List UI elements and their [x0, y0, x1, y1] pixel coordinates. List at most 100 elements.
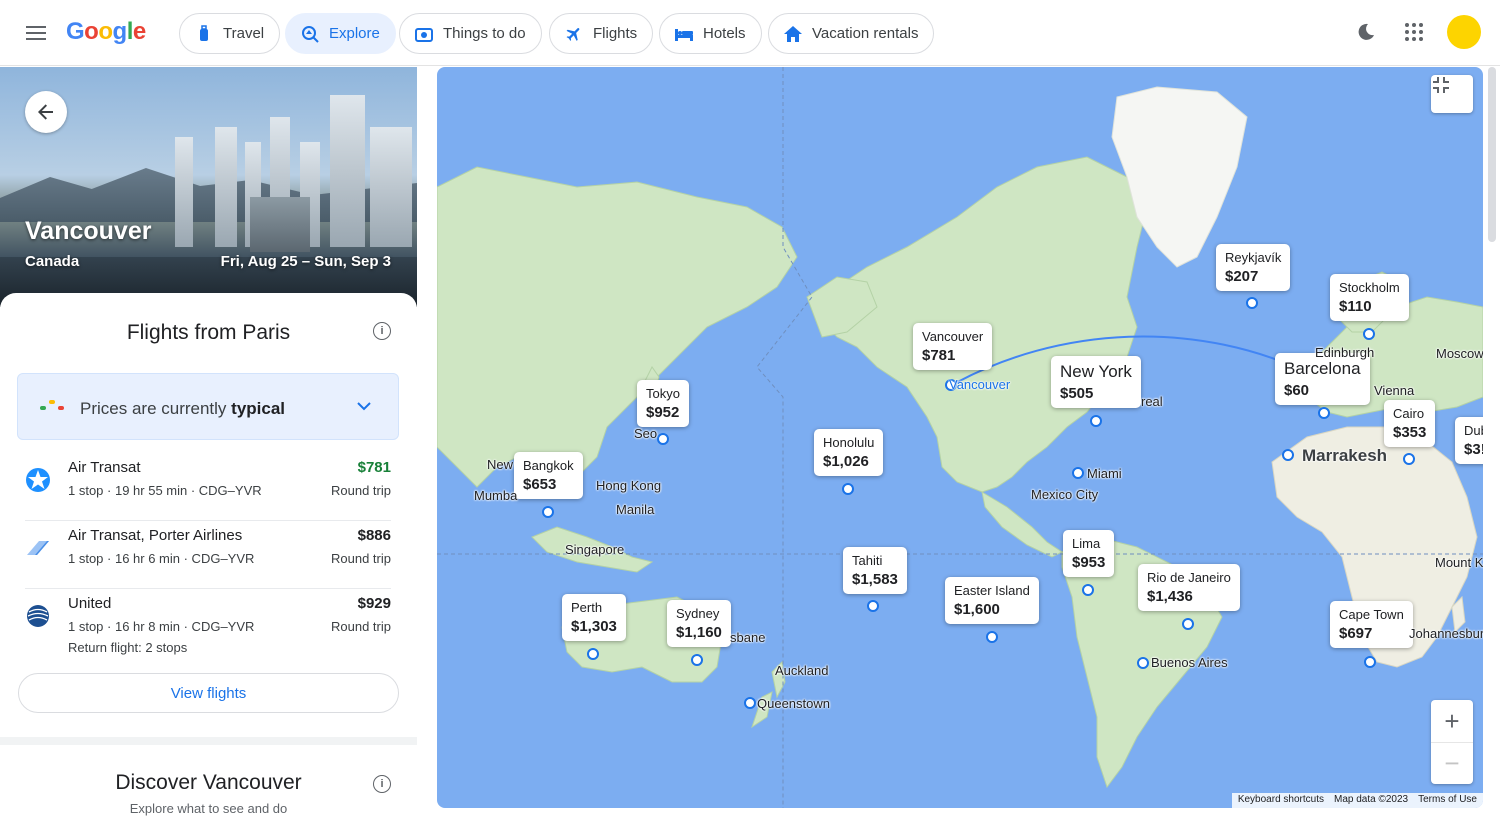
map-price-label[interactable]: Tahiti $1,583	[843, 547, 907, 594]
flight-option[interactable]: Air Transat 1 stop · 19 hr 55 min · CDG–…	[25, 453, 391, 521]
map-price-label[interactable]: Reykjavík $207	[1216, 244, 1291, 291]
map-place-johannesburg[interactable]: Johannesbur	[1409, 626, 1483, 641]
tab-travel-label: Travel	[223, 25, 265, 42]
map-place-miami[interactable]: Miami	[1087, 466, 1122, 481]
map-place-seoul[interactable]: Seo	[634, 426, 657, 441]
airline-name: United	[68, 595, 112, 612]
airport-pin-icon[interactable]	[867, 600, 879, 612]
map-price-label[interactable]: Stockholm $110	[1330, 274, 1409, 321]
map-place-hong-kong[interactable]: Hong Kong	[596, 478, 661, 493]
airport-pin-icon[interactable]	[842, 483, 854, 495]
fullscreen-exit-button[interactable]	[1431, 75, 1473, 113]
map-price-label[interactable]: Barcelona $60	[1275, 353, 1370, 405]
info-icon[interactable]: i	[373, 775, 391, 793]
map-place-marrakesh[interactable]: Marrakesh	[1302, 446, 1387, 466]
map-place-queenstown[interactable]: Queenstown	[757, 696, 830, 711]
airport-pin-icon[interactable]	[587, 648, 599, 660]
tab-things-to-do[interactable]: Things to do	[399, 13, 542, 54]
airport-pin-icon[interactable]	[1072, 467, 1084, 479]
map-place-mount-k[interactable]: Mount K	[1435, 555, 1483, 570]
airport-pin-icon[interactable]	[1363, 328, 1375, 340]
view-flights-button[interactable]: View flights	[18, 673, 399, 713]
map-price-label[interactable]: New York $505	[1051, 356, 1141, 408]
airport-pin-icon[interactable]	[657, 433, 669, 445]
menu-icon[interactable]	[22, 20, 52, 46]
airport-pin-icon[interactable]	[1182, 618, 1194, 630]
avatar[interactable]	[1447, 15, 1481, 49]
map-price-label[interactable]: Vancouver $781	[913, 323, 993, 370]
map-place-montreal[interactable]: real	[1141, 394, 1163, 409]
destination-country: Canada	[25, 253, 80, 270]
airport-pin-icon[interactable]	[691, 654, 703, 666]
zoom-out-button[interactable]: −	[1431, 742, 1473, 784]
airport-pin-icon[interactable]	[986, 631, 998, 643]
dark-mode-icon[interactable]	[1356, 22, 1378, 44]
map-price-label[interactable]: Rio de Janeiro $1,436	[1138, 564, 1240, 611]
airport-pin-icon[interactable]	[1364, 656, 1376, 668]
zoom-in-button[interactable]: +	[1431, 700, 1473, 742]
keyboard-shortcuts-link[interactable]: Keyboard shortcuts	[1238, 794, 1324, 807]
air-transat-logo-icon	[25, 467, 51, 493]
airport-pin-icon[interactable]	[744, 697, 756, 709]
flight-price: $929	[357, 595, 391, 612]
map-price-label[interactable]: Easter Island $1,600	[945, 577, 1039, 624]
map-place-mexico-city[interactable]: Mexico City	[1031, 487, 1098, 502]
tab-vacation-rentals[interactable]: Vacation rentals	[768, 13, 935, 54]
airport-pin-icon[interactable]	[1090, 415, 1102, 427]
map-place-manila[interactable]: Manila	[616, 502, 654, 517]
airport-pin-icon[interactable]	[1403, 453, 1415, 465]
flight-extra-info: Return flight: 2 stops	[68, 640, 188, 655]
map-price-label[interactable]: Tokyo $952	[637, 380, 689, 427]
apps-icon[interactable]	[1404, 22, 1426, 44]
map-price-label[interactable]: Cape Town $697	[1330, 601, 1413, 648]
flight-option[interactable]: United 1 stop · 16 hr 8 min · CDG–YVR Re…	[25, 589, 391, 673]
map-place-moscow[interactable]: Moscow	[1436, 346, 1483, 361]
flight-option[interactable]: Air Transat, Porter Airlines 1 stop · 16…	[25, 521, 391, 589]
destination-city: Vancouver	[25, 217, 152, 245]
map-price-label[interactable]: Perth $1,303	[562, 594, 626, 641]
info-icon[interactable]: i	[373, 322, 391, 340]
map-price-label[interactable]: Lima $953	[1063, 530, 1115, 577]
map-place-vancouver[interactable]: Vancouver	[949, 377, 1010, 392]
map-place-new-delhi[interactable]: New	[487, 457, 513, 472]
airport-pin-icon[interactable]	[542, 506, 554, 518]
price-insight-banner[interactable]: Prices are currently typical	[17, 373, 399, 440]
map-price-label[interactable]: Bangkok $653	[514, 452, 583, 499]
explore-map[interactable]: Reykjavík $207 Stockholm $110 Vancouver $78…	[437, 67, 1483, 808]
map-place-mumbai[interactable]: Mumba	[474, 488, 517, 503]
map-price-label[interactable]: Dub$3!	[1455, 417, 1483, 464]
map-price-label[interactable]: Sydney $1,160	[667, 600, 731, 647]
map-price-label[interactable]: Cairo $353	[1384, 400, 1436, 447]
airport-pin-icon[interactable]	[1082, 584, 1094, 596]
flights-card-title: Flights from Paris	[126, 321, 291, 344]
map-place-singapore[interactable]: Singapore	[565, 542, 624, 557]
map-data-text: Map data ©2023	[1334, 794, 1409, 805]
tab-travel[interactable]: Travel	[179, 13, 281, 54]
airport-pin-icon[interactable]	[1318, 407, 1330, 419]
map-place-buenos-aires[interactable]: Buenos Aires	[1151, 655, 1228, 670]
chevron-down-icon[interactable]	[357, 398, 371, 414]
tab-vacation-rentals-label: Vacation rentals	[812, 25, 919, 42]
map-price-label[interactable]: Honolulu $1,026	[814, 429, 884, 476]
trip-type: Round trip	[331, 619, 391, 634]
airport-pin-icon[interactable]	[1246, 297, 1258, 309]
map-place-auckland[interactable]: Auckland	[775, 663, 828, 678]
flight-details: 1 stop · 16 hr 8 min · CDG–YVR	[68, 619, 255, 634]
tab-flights[interactable]: Flights	[549, 13, 654, 54]
tab-explore[interactable]: Explore	[285, 13, 396, 54]
travel-icon	[195, 24, 213, 43]
map-place-vienna[interactable]: Vienna	[1374, 383, 1414, 398]
tab-things-to-do-label: Things to do	[443, 25, 526, 42]
page-scrollbar[interactable]	[1488, 67, 1496, 242]
terms-of-use-link[interactable]: Terms of Use	[1418, 794, 1477, 807]
google-logo[interactable]: Google	[66, 18, 146, 46]
trip-dates[interactable]: Fri, Aug 25 – Sun, Sep 3	[221, 253, 391, 270]
airport-pin-icon[interactable]	[1137, 657, 1149, 669]
map-place-edinburgh[interactable]: Edinburgh	[1315, 345, 1374, 360]
map-place-brisbane[interactable]: sbane	[730, 630, 765, 645]
airline-name: Air Transat	[68, 459, 141, 476]
tab-hotels[interactable]: Hotels	[659, 13, 762, 54]
airport-pin-icon[interactable]	[1282, 449, 1294, 461]
flights-card: Flights from Paris i Prices are currentl…	[0, 293, 417, 737]
back-button[interactable]	[25, 91, 67, 133]
